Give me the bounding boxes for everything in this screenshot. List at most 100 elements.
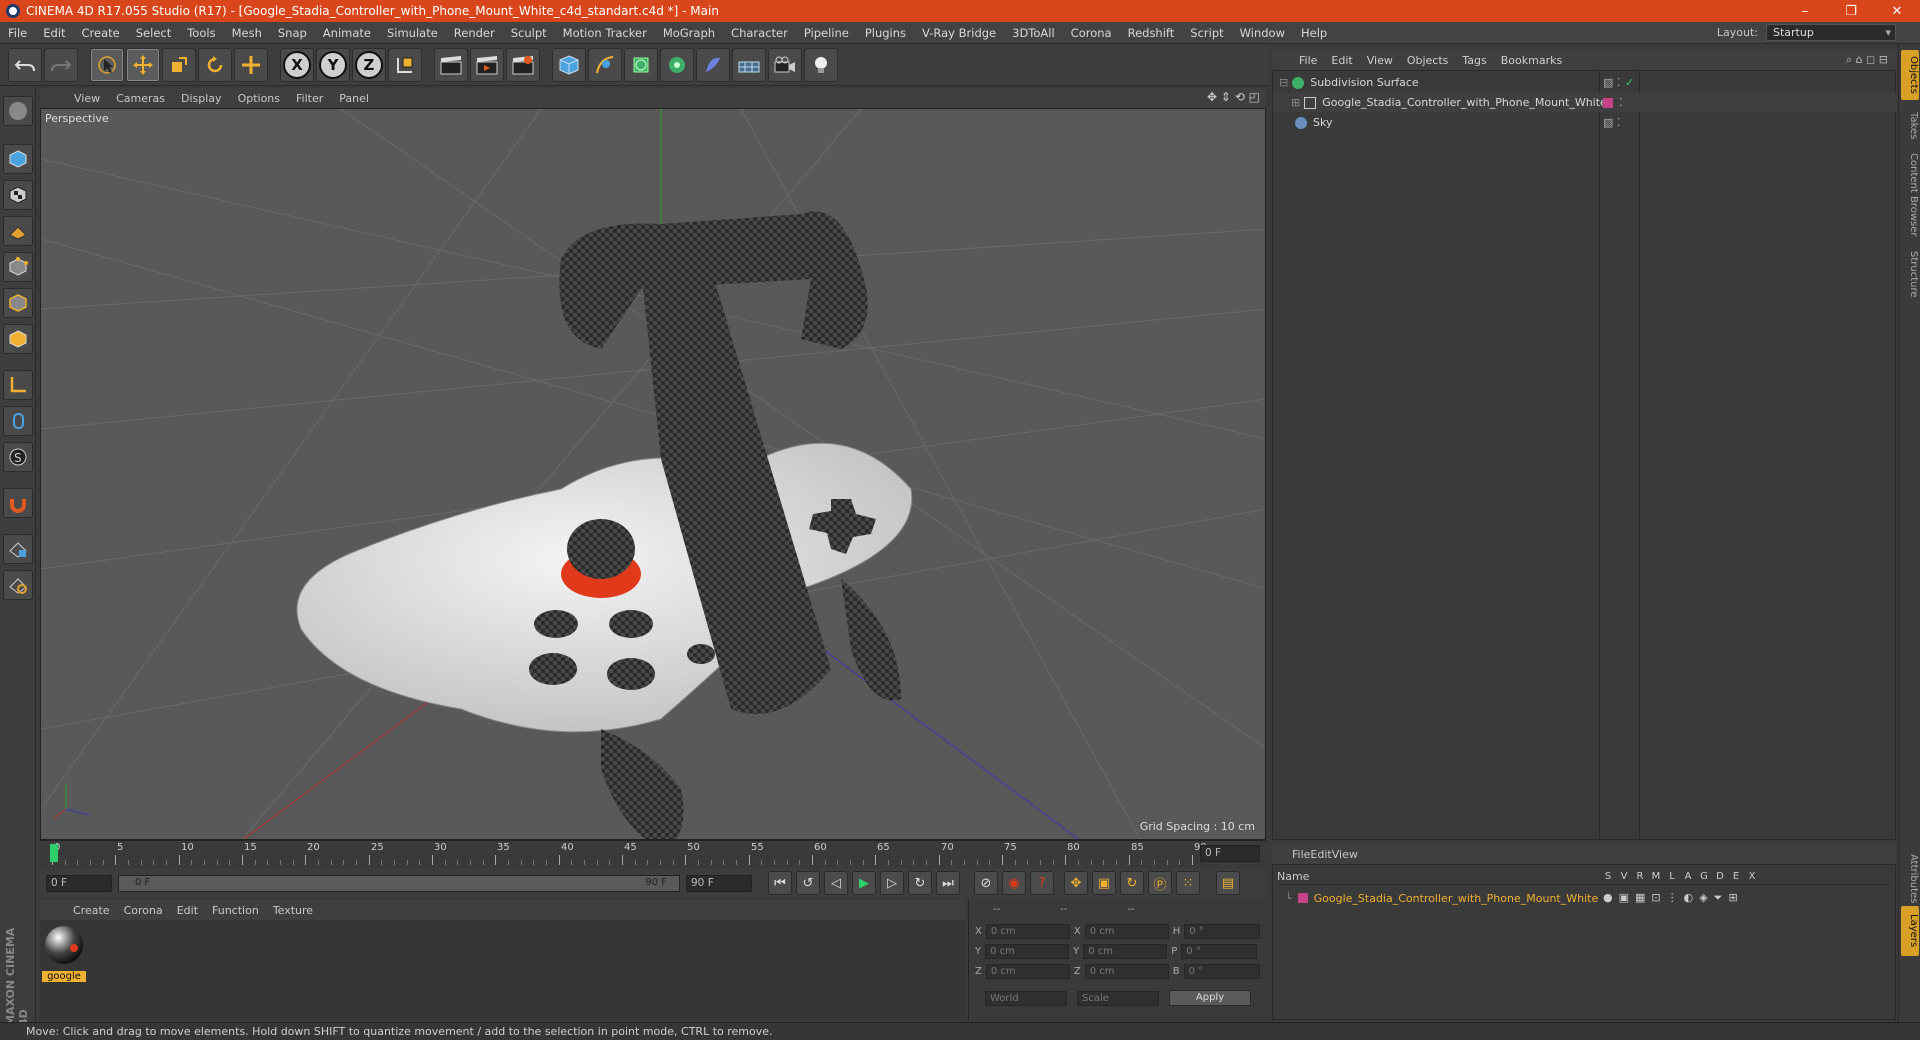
menu-pipeline[interactable]: Pipeline <box>796 26 857 40</box>
material-menu-function[interactable]: Function <box>205 904 266 917</box>
layout-select[interactable]: Startup <box>1766 24 1896 41</box>
deformer-button[interactable] <box>696 47 730 82</box>
layer-column-a[interactable]: A <box>1683 871 1693 882</box>
close-button[interactable]: ✕ <box>1874 0 1920 22</box>
object-row-controller[interactable]: ⊞ Google_Stadia_Controller_with_Phone_Mo… <box>1273 93 1897 112</box>
object-row-subdivision[interactable]: ⊟ Subdivision Surface ▧ ⁚ ✓ <box>1273 73 1897 92</box>
scale-tool-button[interactable] <box>162 47 196 82</box>
tree-expand-icon[interactable]: ⊞ <box>1291 96 1300 109</box>
viewport-nav-icons[interactable]: ✥ ⇕ ⟲ ◰ <box>1207 90 1260 104</box>
cube-object-button[interactable] <box>552 47 586 82</box>
menu-mesh[interactable]: Mesh <box>224 26 270 40</box>
visibility-icon[interactable]: ▧ ⁚ <box>1603 76 1620 89</box>
undo-button[interactable] <box>8 47 42 82</box>
lm-menu-edit[interactable]: Edit <box>1310 848 1331 861</box>
go-to-end-button[interactable]: ⏭ <box>936 871 960 895</box>
tab-objects[interactable]: Objects <box>1901 50 1919 100</box>
scale-select[interactable]: Scale <box>1077 990 1159 1006</box>
axis-mode-button[interactable] <box>3 370 33 400</box>
solo-button[interactable]: S <box>3 442 33 472</box>
menu-script[interactable]: Script <box>1182 26 1231 40</box>
planar-workplane-button[interactable] <box>3 570 33 600</box>
apply-button[interactable]: Apply <box>1169 990 1251 1006</box>
position-z-field[interactable]: 0 cm <box>985 964 1070 979</box>
floor-button[interactable] <box>732 47 766 82</box>
coordinate-system-button[interactable] <box>388 47 422 82</box>
polygons-mode-button[interactable] <box>3 324 33 354</box>
camera-button[interactable] <box>768 47 802 82</box>
layer-column-v[interactable]: V <box>1619 871 1629 882</box>
om-menu-tags[interactable]: Tags <box>1455 54 1493 67</box>
tab-structure[interactable]: Structure <box>1901 244 1919 304</box>
keyframe-selection-button[interactable]: ? <box>1030 871 1054 895</box>
z-axis-lock-button[interactable]: Z <box>352 47 386 82</box>
viewport-menu-display[interactable]: Display <box>173 92 230 105</box>
snap-button[interactable] <box>3 488 33 518</box>
tweak-mode-button[interactable] <box>3 406 33 436</box>
y-axis-lock-button[interactable]: Y <box>316 47 350 82</box>
size-x-field[interactable]: 0 cm <box>1084 924 1169 939</box>
menu-edit[interactable]: Edit <box>35 26 73 40</box>
key-scale-button[interactable]: ▣ <box>1092 871 1116 895</box>
playhead-marker[interactable] <box>50 844 58 862</box>
layer-column-l[interactable]: L <box>1667 871 1677 882</box>
object-row-sky[interactable]: Sky ▧ ⁚ <box>1273 113 1897 132</box>
previous-key-button[interactable]: ↺ <box>796 871 820 895</box>
visibility-dots-icon[interactable]: ⁚ <box>1619 96 1623 109</box>
recent-tools-button[interactable] <box>234 47 268 82</box>
tree-expand-icon[interactable]: ⊟ <box>1279 76 1288 89</box>
layer-column-g[interactable]: G <box>1699 871 1709 882</box>
enabled-check-icon[interactable]: ✓ <box>1625 76 1634 89</box>
layer-column-r[interactable]: R <box>1635 871 1645 882</box>
minimize-button[interactable]: – <box>1782 0 1828 22</box>
om-menu-file[interactable]: File <box>1292 54 1324 67</box>
points-mode-button[interactable] <box>3 252 33 282</box>
layer-column-s[interactable]: S <box>1603 871 1613 882</box>
render-settings-button[interactable] <box>506 47 540 82</box>
om-menu-objects[interactable]: Objects <box>1400 54 1456 67</box>
size-y-field[interactable]: 0 cm <box>1083 944 1168 959</box>
menu-file[interactable]: File <box>0 26 35 40</box>
rotation-h-field[interactable]: 0 ° <box>1184 924 1261 939</box>
position-x-field[interactable]: 0 cm <box>985 924 1070 939</box>
menu-tools[interactable]: Tools <box>179 26 223 40</box>
lock-workplane-button[interactable] <box>3 534 33 564</box>
next-frame-button[interactable]: ▷ <box>880 871 904 895</box>
viewport-menu-view[interactable]: View <box>66 92 108 105</box>
menu-redshift[interactable]: Redshift <box>1120 26 1183 40</box>
size-z-field[interactable]: 0 cm <box>1084 964 1169 979</box>
menu-animate[interactable]: Animate <box>315 26 379 40</box>
position-y-field[interactable]: 0 cm <box>985 944 1070 959</box>
om-menu-view[interactable]: View <box>1360 54 1400 67</box>
om-menu-bookmarks[interactable]: Bookmarks <box>1494 54 1569 67</box>
viewport-menu-filter[interactable]: Filter <box>288 92 331 105</box>
render-to-picture-viewer-button[interactable] <box>470 47 504 82</box>
end-frame-field[interactable]: 90 F <box>686 874 752 892</box>
viewport-menu-cameras[interactable]: Cameras <box>108 92 173 105</box>
live-selection-button[interactable] <box>90 47 124 82</box>
restore-button[interactable]: ❐ <box>1828 0 1874 22</box>
tab-content-browser[interactable]: Content Browser <box>1901 150 1919 240</box>
menu-vray-bridge[interactable]: V-Ray Bridge <box>914 26 1004 40</box>
menu-corona[interactable]: Corona <box>1063 26 1120 40</box>
layer-column-x[interactable]: X <box>1747 871 1757 882</box>
key-rotation-button[interactable]: ↻ <box>1120 871 1144 895</box>
tab-layers[interactable]: Layers <box>1901 906 1919 956</box>
perspective-viewport[interactable]: Perspective Grid Spacing: 10 cm <box>40 108 1266 840</box>
rotation-b-field[interactable]: 0 ° <box>1183 964 1260 979</box>
rotate-tool-button[interactable] <box>198 47 232 82</box>
menu-simulate[interactable]: Simulate <box>379 26 446 40</box>
om-menu-edit[interactable]: Edit <box>1324 54 1359 67</box>
key-parameter-button[interactable]: Ⓟ <box>1148 871 1172 895</box>
world-select[interactable]: World <box>985 990 1067 1006</box>
redo-button[interactable] <box>44 47 78 82</box>
timeline-ruler[interactable]: 051015202530354045505560657075808590 0 F <box>40 840 1266 866</box>
menu-3dtoall[interactable]: 3DToAll <box>1004 26 1063 40</box>
record-active-button[interactable]: ⊘ <box>974 871 998 895</box>
material-swatch[interactable]: google <box>42 924 86 984</box>
subdivision-surface-button[interactable] <box>624 47 658 82</box>
visibility-icon[interactable]: ▧ ⁚ <box>1603 116 1620 129</box>
material-menu-corona[interactable]: Corona <box>117 904 170 917</box>
spline-pen-button[interactable] <box>588 47 622 82</box>
layer-toggle-icons[interactable]: ●▣▦⊡⋮◐◈⏷⊞ <box>1603 891 1744 905</box>
